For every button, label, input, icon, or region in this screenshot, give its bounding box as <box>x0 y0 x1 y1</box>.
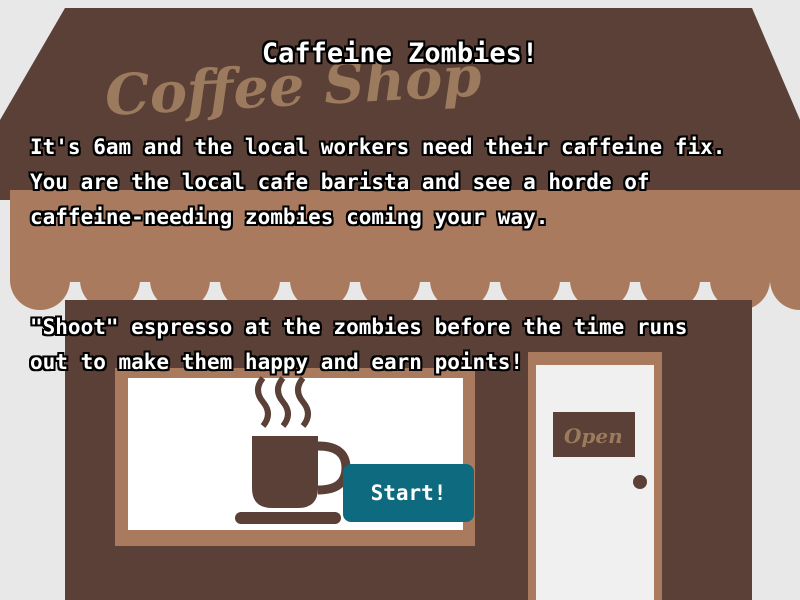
intro-text: It's 6am and the local workers need thei… <box>30 135 726 229</box>
instructions-text: "Shoot" espresso at the zombies before t… <box>30 315 688 374</box>
door-knob <box>633 475 647 489</box>
game-title: Caffeine Zombies! <box>261 38 539 69</box>
door-sign: Open <box>564 424 623 448</box>
start-button[interactable]: Start! <box>343 464 474 522</box>
